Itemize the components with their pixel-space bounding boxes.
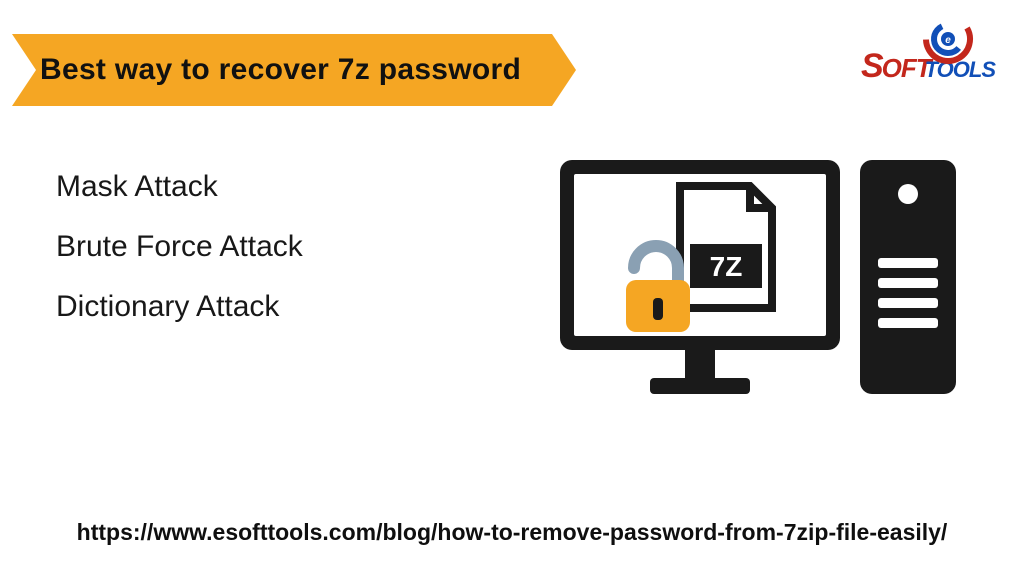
logo-part-s: S xyxy=(861,47,882,86)
methods-list: Mask Attack Brute Force Attack Dictionar… xyxy=(56,170,476,350)
page-title: Best way to recover 7z password xyxy=(40,53,521,87)
list-item: Mask Attack xyxy=(56,170,476,204)
tower-icon xyxy=(860,160,956,394)
slide: Best way to recover 7z password e S OFT … xyxy=(0,0,1024,576)
list-item: Brute Force Attack xyxy=(56,230,476,264)
svg-text:e: e xyxy=(945,35,951,46)
file-label: 7Z xyxy=(710,251,743,282)
computer-illustration: 7Z xyxy=(530,150,970,420)
list-item: Dictionary Attack xyxy=(56,290,476,324)
brand-logo: e S OFT TOOLS xyxy=(858,10,998,88)
file-7z-icon: 7Z xyxy=(680,186,772,308)
title-ribbon: Best way to recover 7z password xyxy=(12,34,552,106)
logo-swirl-icon: e xyxy=(922,13,974,65)
footer-url: https://www.esofttools.com/blog/how-to-r… xyxy=(0,518,1024,548)
